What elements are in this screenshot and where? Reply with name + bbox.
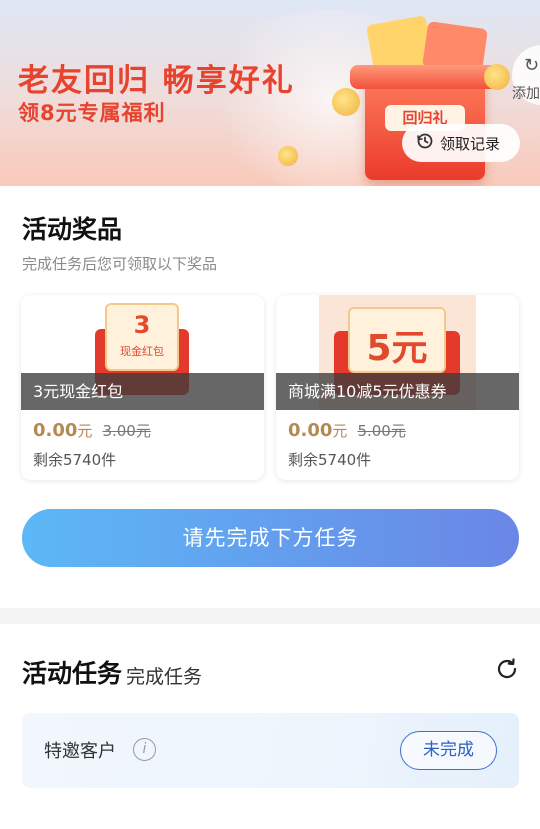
prize-original-price: 5.00元: [357, 422, 406, 440]
prize-price: 0.00元 3.00元: [33, 420, 151, 441]
add-button[interactable]: ↻ 添加: [512, 45, 540, 105]
prize-original-price: 3.00元: [102, 422, 151, 440]
task-item: 特邀客户 i 未完成: [22, 713, 519, 788]
prize-current-price: 0.00: [33, 420, 78, 441]
complete-tasks-button[interactable]: 请先完成下方任务: [22, 509, 519, 567]
coin-decoration: [332, 88, 360, 116]
prizes-section: 活动奖品 完成任务后您可领取以下奖品 3 现金红包 3元现金红包 0.00元 3.…: [0, 186, 540, 608]
prize-price-unit: 元: [77, 422, 93, 440]
banner-headline: 老友回归 畅享好礼: [18, 63, 295, 99]
prize-current-price: 0.00: [288, 420, 333, 441]
envelope-amount: 3: [133, 311, 151, 339]
add-label: 添加: [512, 86, 540, 102]
coin-decoration: [278, 146, 298, 166]
gift-box-lid: [350, 65, 500, 89]
task-name: 特邀客户: [44, 741, 116, 762]
add-icon: ↻: [524, 55, 540, 76]
prize-stock: 剩余5740件: [288, 451, 372, 469]
prize-price: 0.00元 5.00元: [288, 420, 406, 441]
history-icon: [416, 132, 434, 155]
coupon-card: 5元: [348, 307, 446, 373]
prize-name: 3元现金红包: [21, 373, 264, 410]
prize-name: 商城满10减5元优惠券: [276, 373, 519, 410]
claim-record-button[interactable]: 领取记录: [402, 124, 520, 162]
tasks-title: 活动任务: [22, 659, 123, 688]
prizes-title: 活动奖品: [22, 215, 123, 244]
claim-record-label: 领取记录: [440, 134, 501, 153]
envelope-label: 现金红包: [120, 345, 164, 358]
promo-banner: 老友回归 畅享好礼 领8元专属福利 回归礼 ↻ 添加 领取记录: [0, 0, 540, 186]
task-status-button[interactable]: 未完成: [400, 731, 497, 770]
tasks-section: 活动任务 完成任务 特邀客户 i 未完成: [0, 624, 540, 829]
coupon-amount: 5元: [366, 328, 428, 369]
prizes-subtitle: 完成任务后您可领取以下奖品: [22, 255, 218, 273]
tasks-subtitle: 完成任务: [126, 666, 203, 688]
envelope-card: 3 现金红包: [105, 303, 179, 371]
prize-card[interactable]: 3 现金红包 3元现金红包 0.00元 3.00元 剩余5740件: [21, 295, 264, 480]
info-icon[interactable]: i: [133, 738, 156, 761]
prize-stock: 剩余5740件: [33, 451, 117, 469]
coin-decoration: [484, 64, 510, 90]
refresh-icon[interactable]: [494, 656, 520, 688]
page: 老友回归 畅享好礼 领8元专属福利 回归礼 ↻ 添加 领取记录 活动奖品 完成任…: [0, 0, 540, 829]
prize-card[interactable]: 5元 商城满10减5元优惠券 0.00元 5.00元 剩余5740件: [276, 295, 519, 480]
prize-price-unit: 元: [332, 422, 348, 440]
banner-subline: 领8元专属福利: [18, 101, 166, 125]
